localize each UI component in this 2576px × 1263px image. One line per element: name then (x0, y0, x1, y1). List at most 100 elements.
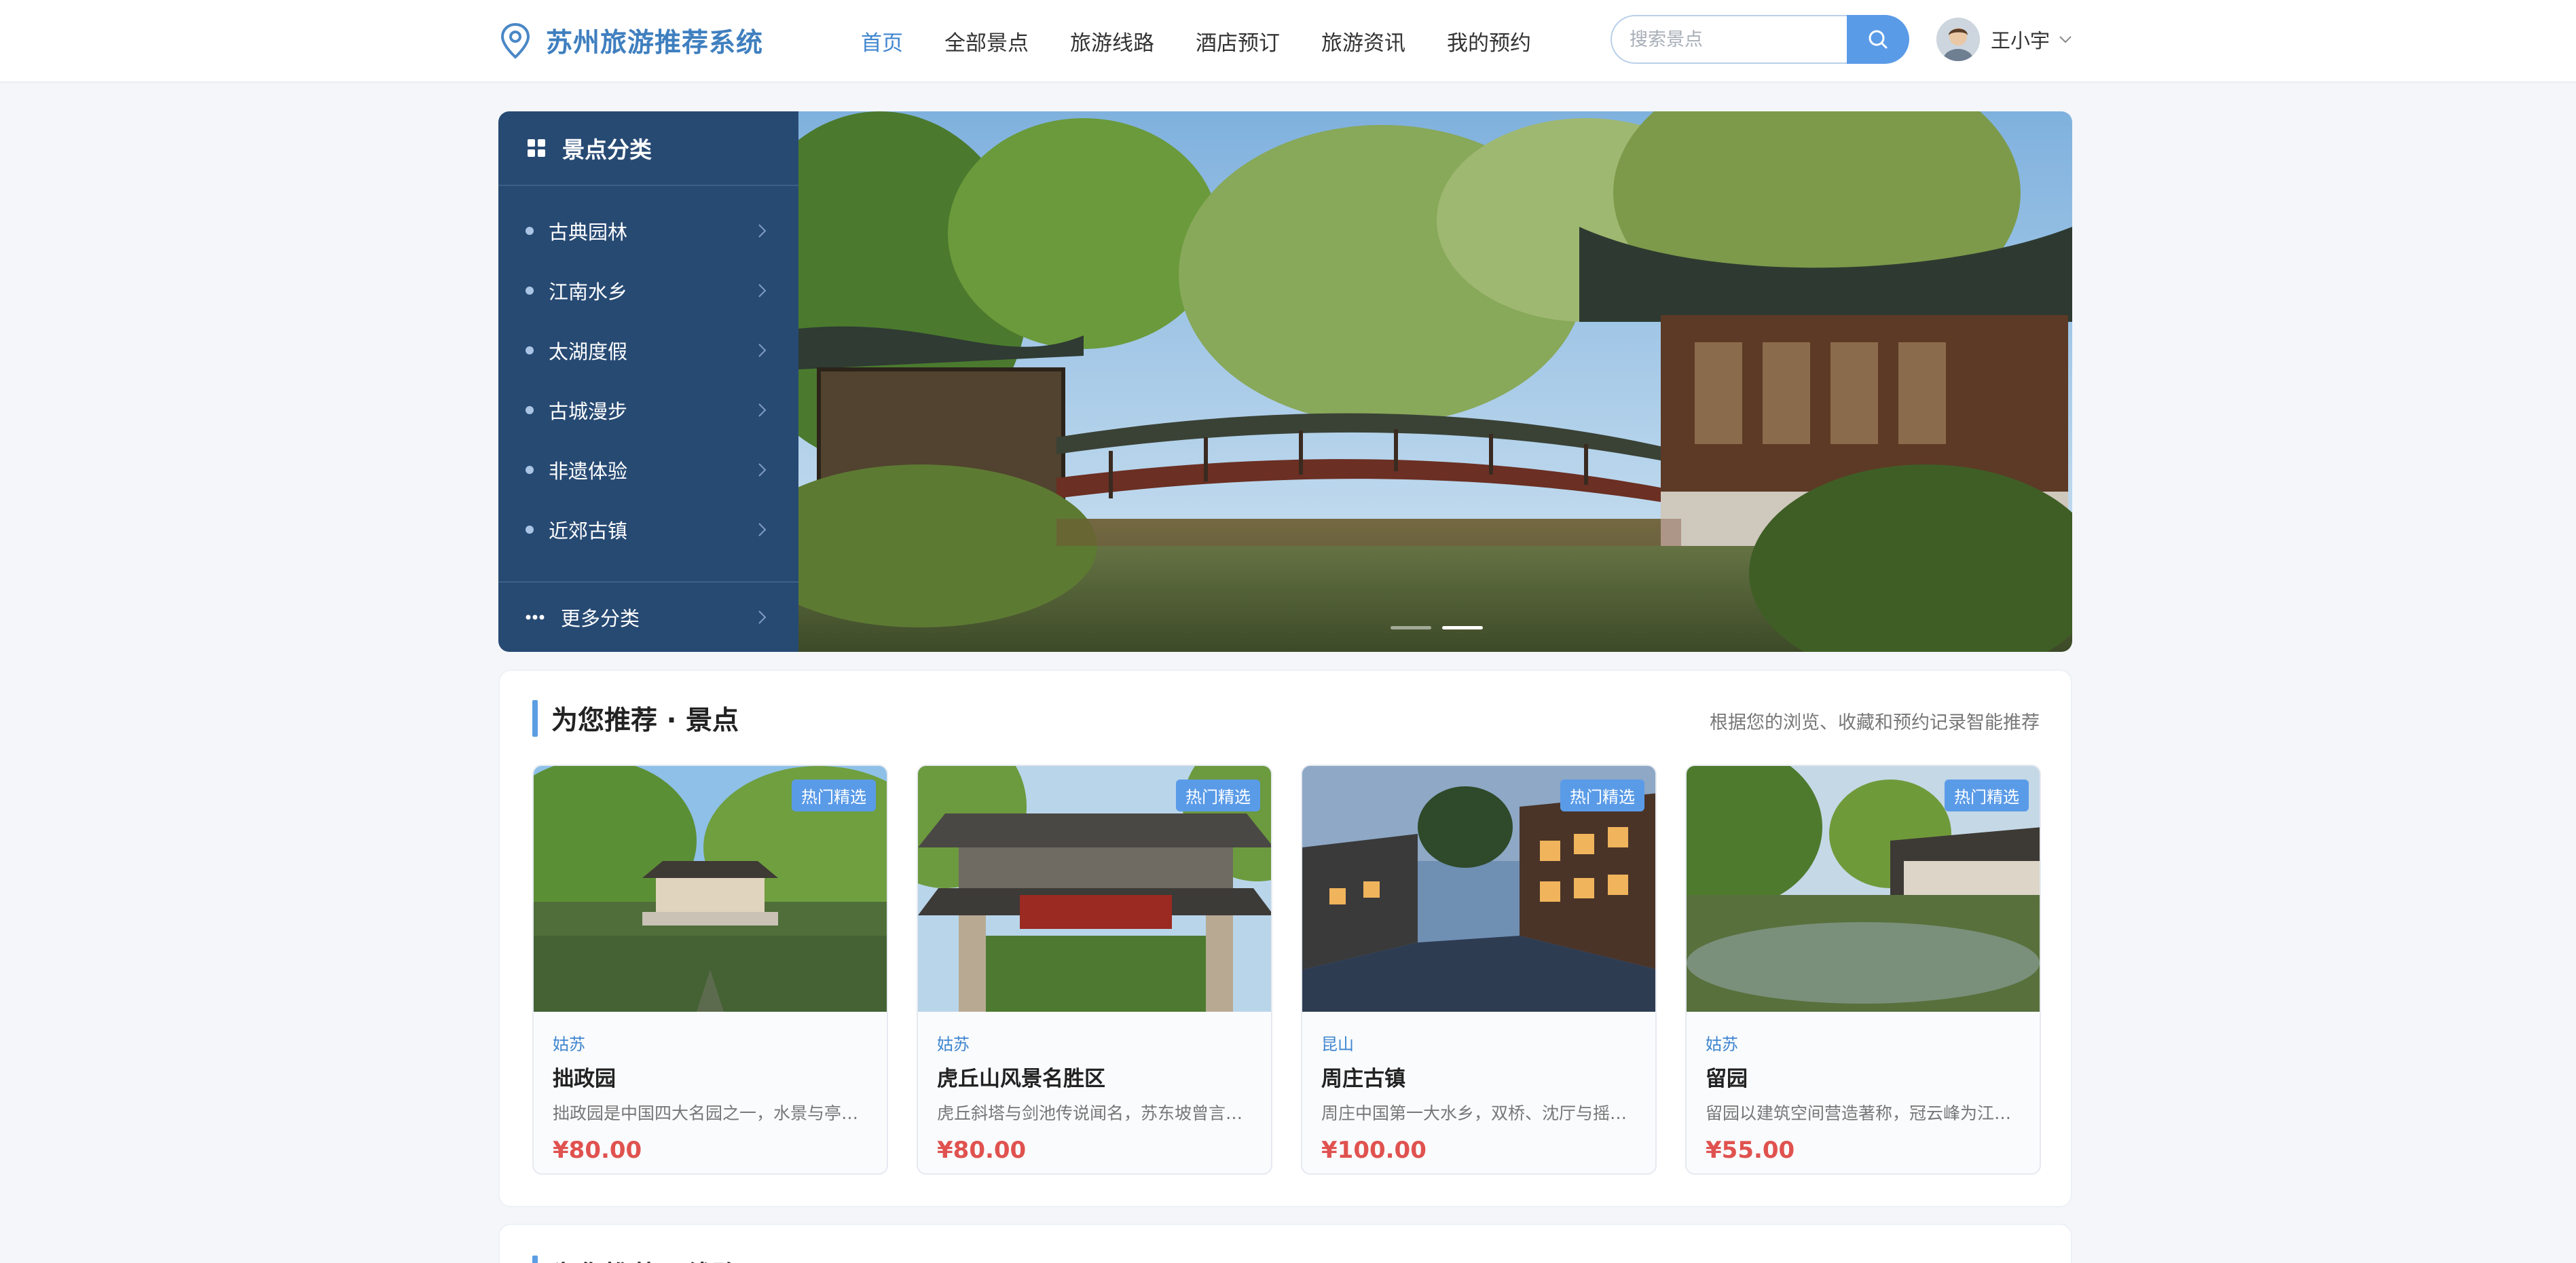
chevron-right-icon (758, 523, 767, 536)
hot-badge: 热门精选 (1176, 780, 1260, 811)
spot-card[interactable]: 热门精选 昆山 周庄古镇 周庄中国第一大水乡，双桥、沈厅与摇橹船夜景迷人 ¥10… (1301, 765, 1657, 1175)
card-price: ¥80.00 (553, 1137, 642, 1164)
card-desc: 虎丘斜塔与剑池传说闻名，苏东坡曾言到苏州不游虎丘 (937, 1103, 1255, 1123)
carousel-indicators (1391, 626, 1483, 629)
category-header: 景点分类 (498, 111, 798, 186)
category-item-suburb-towns[interactable]: 近郊古镇 (498, 500, 798, 560)
category-label: 太湖度假 (549, 340, 628, 363)
category-label: 非遗体验 (549, 460, 628, 483)
nav-item-hotels[interactable]: 酒店预订 (1196, 26, 1280, 56)
card-region: 姑苏 (1706, 1035, 1738, 1054)
hot-badge: 热门精选 (792, 780, 876, 811)
hot-badge: 热门精选 (1945, 780, 2029, 811)
spot-image: 热门精选 (534, 766, 887, 1012)
category-item-gardens[interactable]: 古典园林 (498, 201, 798, 261)
card-desc: 周庄中国第一大水乡，双桥、沈厅与摇橹船夜景迷人 (1321, 1103, 1639, 1123)
user-name: 王小宇 (1991, 29, 2050, 52)
category-label: 古城漫步 (549, 400, 628, 423)
card-region: 姑苏 (937, 1035, 970, 1054)
category-item-old-city[interactable]: 古城漫步 (498, 380, 798, 440)
user-menu[interactable]: 王小宇 (1936, 16, 2073, 62)
section-hint: 根据您的浏览、收藏和预约记录智能推荐 (1710, 712, 2040, 733)
nav-item-all-spots[interactable]: 全部景点 (944, 26, 1029, 56)
spot-card[interactable]: 热门精选 姑苏 拙政园 拙政园是中国四大名园之一，水景与亭台楼阁相映成趣 ¥80… (532, 765, 888, 1175)
category-item-water-towns[interactable]: 江南水乡 (498, 261, 798, 321)
category-title: 景点分类 (562, 136, 652, 163)
carousel-dot[interactable] (1391, 626, 1431, 629)
spot-card-list: 热门精选 姑苏 拙政园 拙政园是中国四大名园之一，水景与亭台楼阁相映成趣 ¥80… (532, 765, 2041, 1175)
card-name: 虎丘山风景名胜区 (937, 1067, 1105, 1091)
section-title: 为您推荐 · 景点 (551, 706, 739, 736)
card-price: ¥55.00 (1706, 1137, 1795, 1164)
card-name: 留园 (1706, 1067, 1748, 1091)
nav-item-routes[interactable]: 旅游线路 (1070, 26, 1154, 56)
card-region: 姑苏 (553, 1035, 585, 1054)
spot-image: 热门精选 (1302, 766, 1655, 1012)
search-input[interactable] (1611, 15, 1847, 64)
search-bar (1611, 15, 1909, 64)
brand-title: 苏州旅游推荐系统 (546, 28, 764, 58)
avatar (1936, 18, 1980, 61)
section-accent-bar (532, 1256, 538, 1263)
spot-card[interactable]: 热门精选 姑苏 留园 留园以建筑空间营造著称，冠云峰为江南园林名石 ¥55.00 (1685, 765, 2041, 1175)
search-button[interactable] (1847, 15, 1909, 64)
hot-badge: 热门精选 (1560, 780, 1644, 811)
nav-item-home[interactable]: 首页 (861, 26, 903, 56)
card-price: ¥100.00 (1321, 1137, 1427, 1164)
bullet-icon (526, 227, 534, 235)
card-body: 昆山 周庄古镇 周庄中国第一大水乡，双桥、沈厅与摇橹船夜景迷人 ¥100.00 (1302, 1012, 1655, 1164)
nav-item-news[interactable]: 旅游资讯 (1321, 26, 1405, 56)
section-accent-bar (532, 700, 538, 737)
bullet-icon (526, 406, 534, 414)
card-desc: 拙政园是中国四大名园之一，水景与亭台楼阁相映成趣 (553, 1103, 870, 1123)
carousel-dot-active[interactable] (1442, 626, 1483, 629)
brand[interactable]: 苏州旅游推荐系统 (500, 20, 763, 61)
spot-image: 热门精选 (918, 766, 1271, 1012)
hero-banner[interactable] (798, 111, 2072, 652)
main-nav: 首页 全部景点 旅游线路 酒店预订 旅游资讯 我的预约 (861, 20, 1572, 61)
category-label: 古典园林 (549, 221, 628, 244)
more-categories-label: 更多分类 (561, 607, 640, 630)
chevron-right-icon (758, 463, 767, 477)
card-body: 姑苏 虎丘山风景名胜区 虎丘斜塔与剑池传说闻名，苏东坡曾言到苏州不游虎丘 ¥80… (918, 1012, 1271, 1164)
grid-icon (528, 139, 545, 157)
section-header: 为您推荐 · 线路 (532, 1255, 739, 1263)
card-body: 姑苏 留园 留园以建筑空间营造著称，冠云峰为江南园林名石 ¥55.00 (1687, 1012, 2040, 1164)
bullet-icon (526, 287, 534, 295)
card-name: 周庄古镇 (1321, 1067, 1405, 1091)
spot-image: 热门精选 (1687, 766, 2040, 1012)
bullet-icon (526, 526, 534, 534)
search-icon (1869, 30, 1888, 49)
top-header: 苏州旅游推荐系统 首页 全部景点 旅游线路 酒店预订 旅游资讯 我的预约 王小宇 (0, 0, 2576, 83)
chevron-right-icon (758, 403, 767, 417)
category-item-heritage[interactable]: 非遗体验 (498, 440, 798, 500)
recommend-routes-section: 为您推荐 · 线路 (498, 1224, 2072, 1263)
chevron-right-icon (758, 224, 767, 238)
card-name: 拙政园 (553, 1067, 616, 1091)
chevron-right-icon (758, 610, 767, 624)
more-dots-icon (526, 615, 545, 620)
category-item-taihu[interactable]: 太湖度假 (498, 321, 798, 380)
category-panel: 景点分类 古典园林 江南水乡 太湖度假 古城漫步 非遗体验 近郊古镇 更多分类 (498, 111, 798, 652)
card-price: ¥80.00 (937, 1137, 1027, 1164)
category-label: 江南水乡 (549, 280, 628, 304)
recommend-section: 为您推荐 · 景点 根据您的浏览、收藏和预约记录智能推荐 热门精选 姑苏 拙政园… (498, 670, 2072, 1207)
hero-section: 景点分类 古典园林 江南水乡 太湖度假 古城漫步 非遗体验 近郊古镇 更多分类 (498, 111, 2072, 652)
section-header: 为您推荐 · 景点 (532, 699, 739, 737)
bullet-icon (526, 346, 534, 354)
category-list: 古典园林 江南水乡 太湖度假 古城漫步 非遗体验 近郊古镇 (498, 186, 798, 560)
location-pin-icon (500, 22, 530, 59)
category-label: 近郊古镇 (549, 519, 628, 543)
more-categories-button[interactable]: 更多分类 (498, 581, 798, 652)
avatar-image (1936, 18, 1980, 61)
chevron-down-icon (2059, 36, 2072, 43)
chevron-right-icon (758, 344, 767, 357)
chevron-right-icon (758, 284, 767, 297)
spot-card[interactable]: 热门精选 姑苏 虎丘山风景名胜区 虎丘斜塔与剑池传说闻名，苏东坡曾言到苏州不游虎… (917, 765, 1272, 1175)
card-body: 姑苏 拙政园 拙政园是中国四大名园之一，水景与亭台楼阁相映成趣 ¥80.00 (534, 1012, 887, 1164)
nav-item-my-bookings[interactable]: 我的预约 (1447, 26, 1531, 56)
card-desc: 留园以建筑空间营造著称，冠云峰为江南园林名石 (1706, 1103, 2023, 1123)
card-region: 昆山 (1321, 1035, 1354, 1054)
section-title: 为您推荐 · 线路 (551, 1255, 739, 1263)
bullet-icon (526, 466, 534, 474)
